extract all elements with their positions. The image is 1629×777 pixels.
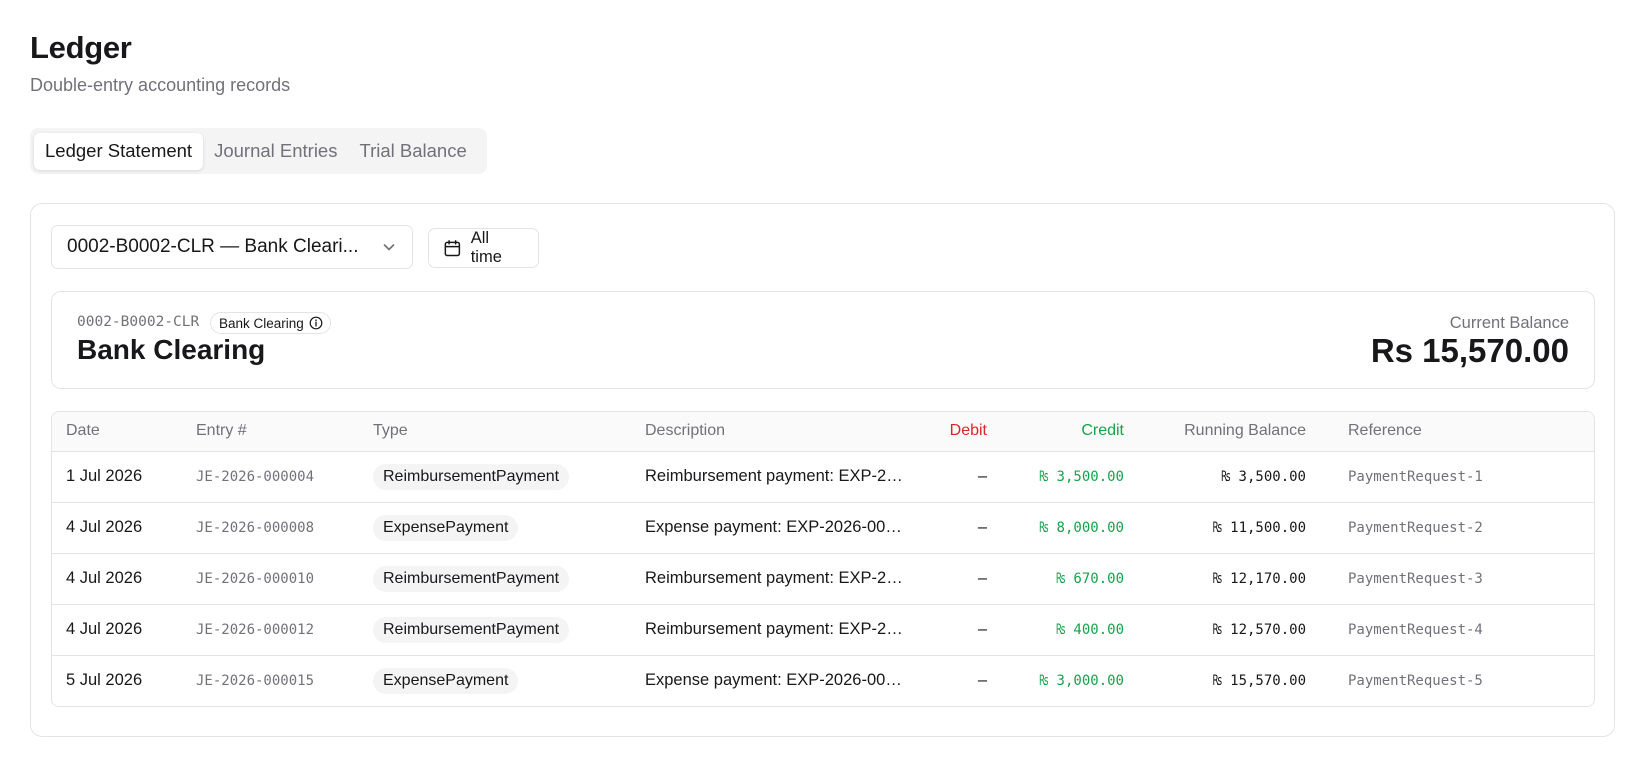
chevron-down-icon xyxy=(383,244,395,251)
tab-trial-balance[interactable]: Trial Balance xyxy=(348,133,477,170)
account-select-value: 0002-B0002-CLR — Bank Cleari... xyxy=(67,236,359,257)
cell-reference[interactable]: PaymentRequest-5 xyxy=(1320,655,1594,706)
cell-type: ExpensePayment xyxy=(359,502,631,554)
ledger-card: 0002-B0002-CLR — Bank Cleari... All time… xyxy=(30,203,1615,737)
table-header-row: Date Entry # Type Description Debit Cred… xyxy=(52,412,1594,452)
cell-entry-number[interactable]: JE-2026-000008 xyxy=(182,502,359,554)
cell-date: 4 Jul 2026 xyxy=(52,553,182,605)
col-header-type[interactable]: Type xyxy=(359,412,631,452)
date-range-button[interactable]: All time xyxy=(428,228,539,268)
cell-debit: – xyxy=(921,451,1001,503)
cell-entry-number[interactable]: JE-2026-000004 xyxy=(182,451,359,503)
account-summary: 0002-B0002-CLR Bank Clearing Bank Cleari… xyxy=(51,291,1595,389)
cell-entry-number[interactable]: JE-2026-000015 xyxy=(182,655,359,706)
cell-debit: – xyxy=(921,604,1001,656)
cell-running-balance: ₨ 15,570.00 xyxy=(1213,672,1306,689)
date-range-label: All time xyxy=(470,229,502,266)
info-icon[interactable] xyxy=(309,316,323,330)
cell-type: ReimbursementPayment xyxy=(359,553,631,605)
cell-type: ExpensePayment xyxy=(359,655,631,706)
cell-date: 5 Jul 2026 xyxy=(66,671,143,690)
cell-description: Reimbursement payment: EXP-2026-... xyxy=(631,553,921,605)
calendar-icon xyxy=(444,239,461,256)
col-header-credit[interactable]: Credit xyxy=(1001,412,1138,452)
account-type-badge: Bank Clearing xyxy=(210,312,331,334)
page-subtitle: Double-entry accounting records xyxy=(30,75,291,95)
cell-reference[interactable]: PaymentRequest-1 xyxy=(1320,451,1594,503)
type-badge: ExpensePayment xyxy=(373,667,519,694)
cell-type: ReimbursementPayment xyxy=(359,451,631,503)
account-type-label: Bank Clearing xyxy=(219,315,304,331)
cell-date: 4 Jul 2026 xyxy=(52,604,182,656)
cell-reference[interactable]: PaymentRequest-2 xyxy=(1320,502,1594,554)
cell-description: Reimbursement payment: EXP-2026-... xyxy=(631,604,921,656)
cell-entry-number[interactable]: JE-2026-000012 xyxy=(182,604,359,656)
cell-date: 4 Jul 2026 xyxy=(52,502,182,554)
col-header-description[interactable]: Description xyxy=(631,412,921,452)
tab-journal-entries[interactable]: Journal Entries xyxy=(203,133,348,170)
cell-debit: – xyxy=(921,502,1001,554)
tab-ledger-statement[interactable]: Ledger Statement xyxy=(34,132,204,170)
ledger-tabs: Ledger Statement Journal Entries Trial B… xyxy=(30,128,487,174)
cell-running-balance: ₨ 11,500.00 xyxy=(1138,502,1320,554)
type-badge: ReimbursementPayment xyxy=(373,463,570,490)
account-code: 0002-B0002-CLR xyxy=(77,314,200,330)
col-header-debit[interactable]: Debit xyxy=(921,412,1001,452)
account-name: Bank Clearing xyxy=(77,334,266,365)
cell-reference[interactable]: PaymentRequest-4 xyxy=(1320,604,1594,656)
cell-credit: ₨ 3,500.00 xyxy=(1001,451,1138,503)
type-badge: ReimbursementPayment xyxy=(373,565,570,592)
table-row[interactable]: 4 Jul 2026 JE-2026-000012 ReimbursementP… xyxy=(52,604,1594,656)
cell-entry-number[interactable]: JE-2026-000010 xyxy=(182,553,359,605)
cell-reference[interactable]: PaymentRequest-3 xyxy=(1320,553,1594,605)
cell-credit: ₨ 3,000.00 xyxy=(1039,672,1124,689)
cell-description: Expense payment: EXP-2026-000004 xyxy=(631,502,921,554)
table-row[interactable]: 5 Jul 2026 JE-2026-000015 ExpensePayment… xyxy=(52,655,1594,706)
table-row[interactable]: 1 Jul 2026 JE-2026-000004 ReimbursementP… xyxy=(52,451,1594,503)
cell-credit: ₨ 400.00 xyxy=(1001,604,1138,656)
account-select[interactable]: 0002-B0002-CLR — Bank Cleari... xyxy=(51,225,413,269)
col-header-reference[interactable]: Reference xyxy=(1320,412,1594,452)
cell-debit: – xyxy=(921,553,1001,605)
cell-running-balance: ₨ 12,170.00 xyxy=(1138,553,1320,605)
cell-type: ReimbursementPayment xyxy=(359,604,631,656)
type-badge: ReimbursementPayment xyxy=(373,616,570,643)
ledger-table: Date Entry # Type Description Debit Cred… xyxy=(51,411,1595,707)
current-balance-value: Rs 15,570.00 xyxy=(1370,332,1569,369)
cell-credit: ₨ 670.00 xyxy=(1001,553,1138,605)
col-header-entry[interactable]: Entry # xyxy=(182,412,359,452)
cell-running-balance: ₨ 12,570.00 xyxy=(1138,604,1320,656)
type-badge: ExpensePayment xyxy=(373,514,519,541)
current-balance-label: Current Balance xyxy=(1449,314,1569,332)
col-header-date[interactable]: Date xyxy=(52,412,182,452)
cell-date: 1 Jul 2026 xyxy=(52,451,182,503)
cell-description: Expense payment: EXP-2026-000007 xyxy=(645,671,921,690)
table-row[interactable]: 4 Jul 2026 JE-2026-000010 ReimbursementP… xyxy=(52,553,1594,605)
cell-credit: ₨ 8,000.00 xyxy=(1001,502,1138,554)
cell-running-balance: ₨ 3,500.00 xyxy=(1138,451,1320,503)
cell-debit: – xyxy=(977,671,987,690)
cell-description: Reimbursement payment: EXP-2026-... xyxy=(631,451,921,503)
table-row[interactable]: 4 Jul 2026 JE-2026-000008 ExpensePayment… xyxy=(52,502,1594,554)
col-header-running-balance[interactable]: Running Balance xyxy=(1138,412,1320,452)
page-title: Ledger xyxy=(30,30,132,65)
